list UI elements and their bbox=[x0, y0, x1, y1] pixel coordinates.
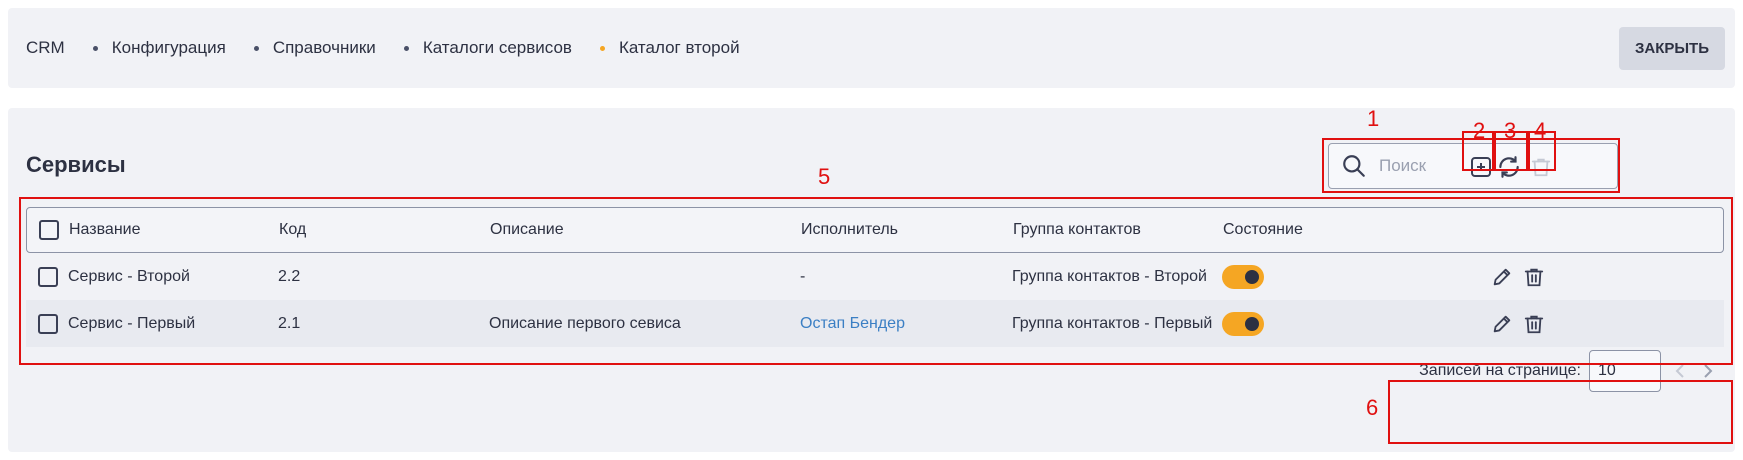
breadcrumb-item-current: Каталог второй bbox=[572, 38, 740, 58]
breadcrumb-item-configuration[interactable]: Конфигурация bbox=[65, 38, 226, 58]
next-page-button[interactable] bbox=[1703, 364, 1717, 378]
breadcrumb-separator bbox=[92, 45, 98, 51]
breadcrumb-label: Каталог второй bbox=[618, 38, 740, 57]
breadcrumb-label: Каталоги сервисов bbox=[422, 38, 572, 57]
breadcrumb-item-references[interactable]: Справочники bbox=[226, 38, 376, 58]
annotation-box-table bbox=[19, 197, 1733, 365]
chevron-right-icon bbox=[1704, 364, 1713, 378]
close-button[interactable]: ЗАКРЫТЬ bbox=[1619, 27, 1725, 70]
annotation-box-pagination bbox=[1388, 380, 1733, 444]
breadcrumb-item-service-catalogs[interactable]: Каталоги сервисов bbox=[376, 38, 572, 58]
prev-page-button[interactable] bbox=[1675, 364, 1689, 378]
breadcrumb-item-crm[interactable]: CRM bbox=[26, 38, 65, 58]
breadcrumb-label: Конфигурация bbox=[111, 38, 226, 57]
top-bar: CRM Конфигурация Справочники Каталоги се… bbox=[8, 8, 1735, 88]
breadcrumb-label: Справочники bbox=[272, 38, 376, 57]
annotation-label: 2 bbox=[1473, 118, 1486, 143]
page-title: Сервисы bbox=[26, 152, 126, 177]
annotation-label: 6 bbox=[1366, 395, 1379, 420]
breadcrumb-label: CRM bbox=[26, 38, 65, 57]
chevron-left-icon bbox=[1675, 364, 1684, 378]
breadcrumb-separator bbox=[403, 45, 409, 51]
breadcrumb: CRM Конфигурация Справочники Каталоги се… bbox=[26, 8, 740, 88]
annotation-label: 1 bbox=[1367, 106, 1380, 131]
breadcrumb-separator bbox=[253, 45, 259, 51]
breadcrumb-separator-active bbox=[599, 45, 605, 51]
annotation-label: 5 bbox=[818, 164, 831, 189]
annotation-label: 3 bbox=[1504, 118, 1517, 143]
annotation-label: 4 bbox=[1534, 118, 1547, 143]
